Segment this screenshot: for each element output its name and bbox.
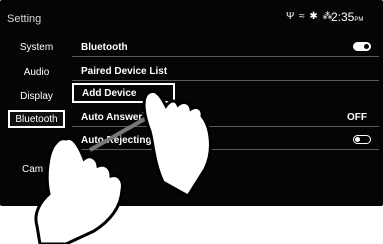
arrow-line xyxy=(89,114,151,152)
pointing-hand-icon xyxy=(142,89,212,199)
tapping-hand-icon xyxy=(34,136,124,244)
instruction-hand-illustrations xyxy=(34,89,212,244)
